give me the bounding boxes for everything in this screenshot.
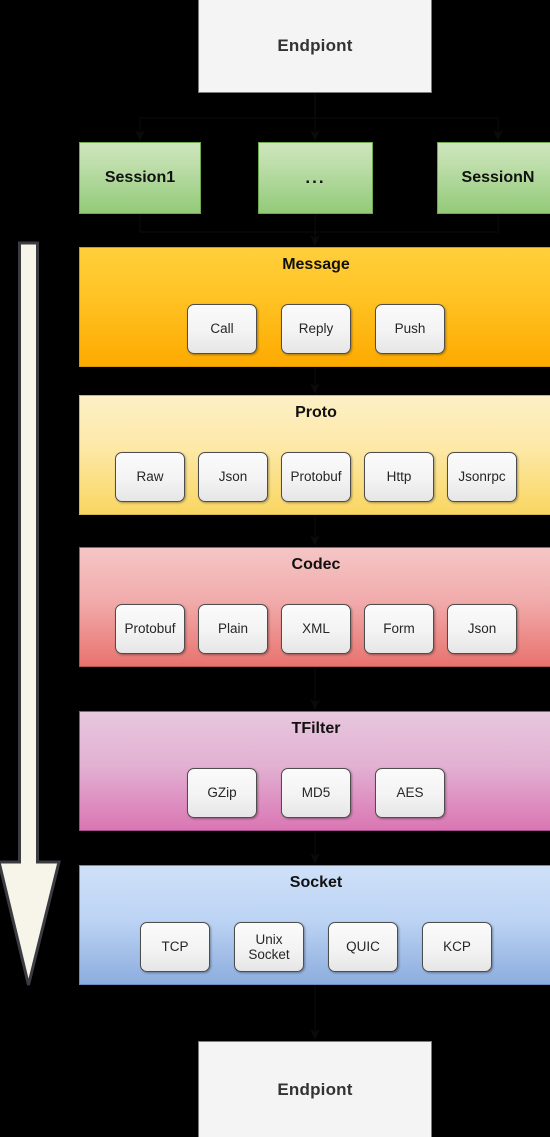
layer-item-chip[interactable]: Protobuf: [281, 452, 351, 502]
layer-band-codec[interactable]: Codec Protobuf Plain XML Form Json: [79, 547, 550, 667]
layer-items: GZip MD5 AES: [80, 768, 550, 818]
layer-band-tfilter[interactable]: TFilter GZip MD5 AES: [79, 711, 550, 831]
layer-item-chip[interactable]: Protobuf: [115, 604, 185, 654]
layer-item-chip[interactable]: Call: [187, 304, 257, 354]
layer-band-message[interactable]: Message Call Reply Push: [79, 247, 550, 367]
layer-item-chip[interactable]: KCP: [422, 922, 492, 972]
layer-title: Socket: [289, 874, 343, 891]
layer-title: Proto: [295, 404, 337, 421]
session-box-ellipsis[interactable]: ...: [258, 142, 373, 214]
layer-item-chip[interactable]: AES: [375, 768, 445, 818]
layer-item-chip[interactable]: Http: [364, 452, 434, 502]
diagram-canvas: Endpiont Session1 ... SessionN Message C…: [0, 0, 550, 1137]
layer-item-chip[interactable]: Reply: [281, 304, 351, 354]
layer-title: Message: [282, 256, 350, 273]
session-label: SessionN: [461, 169, 535, 186]
layer-item-chip[interactable]: Plain: [198, 604, 268, 654]
layer-items: TCP Unix Socket QUIC KCP: [80, 922, 550, 972]
endpoint-bottom-box[interactable]: Endpiont: [198, 1041, 432, 1137]
layer-item-chip[interactable]: XML: [281, 604, 351, 654]
flow-direction-arrow: [0, 241, 61, 986]
layer-item-chip[interactable]: Raw: [115, 452, 185, 502]
layer-item-chip[interactable]: QUIC: [328, 922, 398, 972]
layer-band-socket[interactable]: Socket TCP Unix Socket QUIC KCP: [79, 865, 550, 985]
layer-title: Codec: [291, 556, 341, 573]
session-label: Session1: [104, 169, 176, 186]
endpoint-top-label: Endpiont: [277, 35, 353, 55]
layer-item-chip[interactable]: TCP: [140, 922, 210, 972]
layer-band-proto[interactable]: Proto Raw Json Protobuf Http Jsonrpc: [79, 395, 550, 515]
layer-title: TFilter: [291, 720, 341, 737]
layer-item-chip[interactable]: Json: [447, 604, 517, 654]
layer-items: Call Reply Push: [80, 304, 550, 354]
session-box-1[interactable]: Session1: [79, 142, 201, 214]
layer-items: Raw Json Protobuf Http Jsonrpc: [80, 452, 550, 502]
layer-item-chip[interactable]: MD5: [281, 768, 351, 818]
layer-item-chip[interactable]: Form: [364, 604, 434, 654]
session-label: ...: [305, 168, 326, 187]
endpoint-top-box[interactable]: Endpiont: [198, 0, 432, 93]
endpoint-bottom-label: Endpiont: [277, 1080, 353, 1099]
layer-item-chip[interactable]: Unix Socket: [234, 922, 304, 972]
layer-items: Protobuf Plain XML Form Json: [80, 604, 550, 654]
layer-item-chip[interactable]: GZip: [187, 768, 257, 818]
layer-item-chip[interactable]: Push: [375, 304, 445, 354]
layer-item-chip[interactable]: Jsonrpc: [447, 452, 517, 502]
session-box-n[interactable]: SessionN: [437, 142, 550, 214]
layer-item-chip[interactable]: Json: [198, 452, 268, 502]
